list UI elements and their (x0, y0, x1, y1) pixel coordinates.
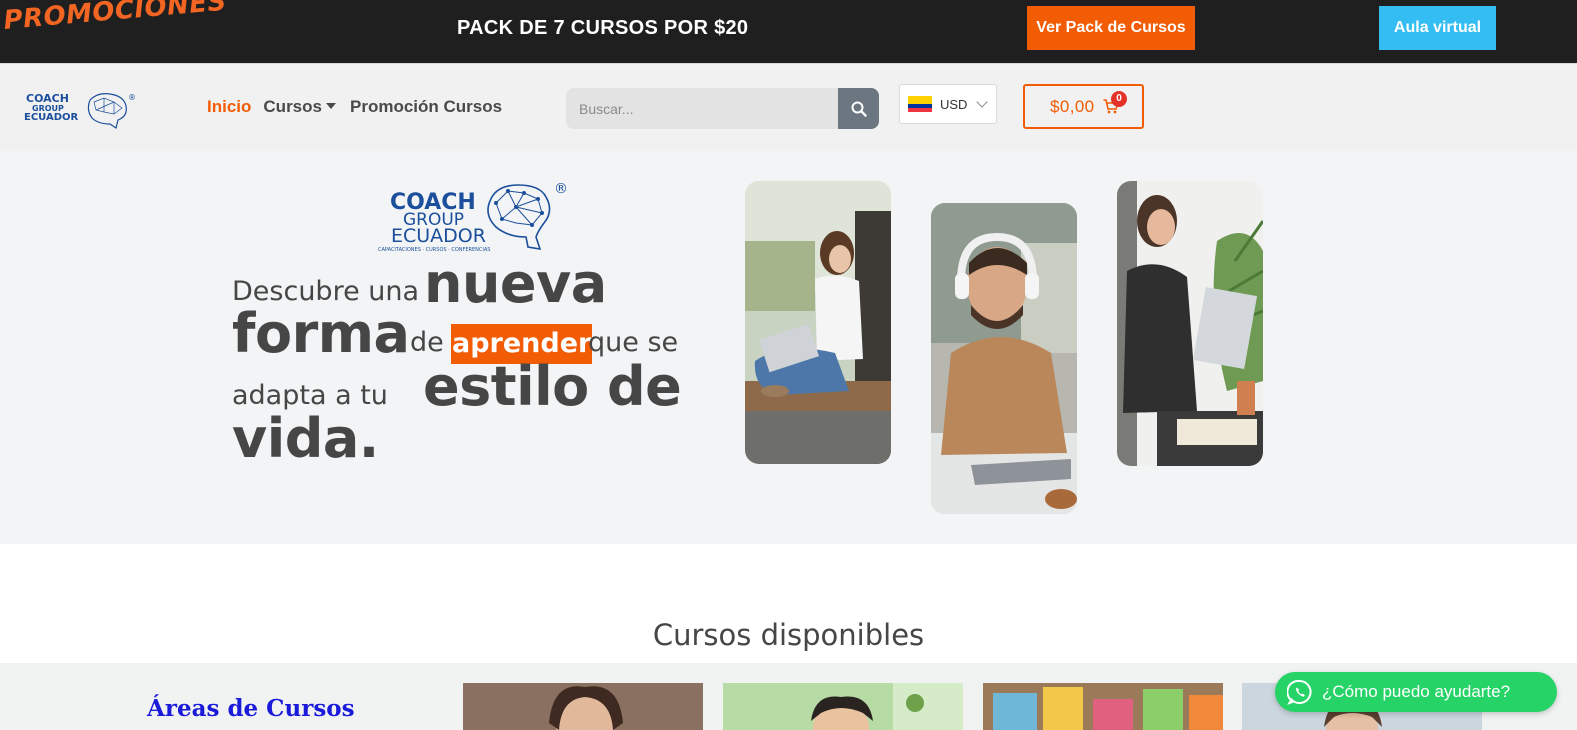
brain-logo-icon: COACH GROUP ECUADOR CAPACITACIONES · CUR… (378, 181, 568, 253)
cart-total: $0,00 (1050, 97, 1095, 116)
course-card-thumbnail[interactable] (723, 683, 963, 730)
student-laptop-photo (745, 181, 891, 464)
ecuador-flag-icon (908, 96, 932, 112)
site-logo[interactable]: COACH GROUP ECUADOR ® (18, 90, 138, 130)
whatsapp-help-button[interactable]: ¿Cómo puedo ayudarte? (1275, 672, 1557, 712)
whatsapp-icon (1287, 679, 1312, 705)
brain-logo-icon: COACH GROUP ECUADOR ® (24, 92, 136, 129)
search-button[interactable] (838, 88, 879, 129)
search-icon (851, 101, 867, 117)
chevron-down-icon[interactable] (325, 103, 336, 109)
cart-count-badge: 0 (1111, 91, 1127, 107)
logo-registered-mark: ® (554, 181, 568, 197)
hero-logo: COACH GROUP ECUADOR CAPACITACIONES · CUR… (378, 179, 573, 254)
woman-plants-photo (1117, 181, 1263, 466)
course-card-thumbnail[interactable] (463, 683, 703, 730)
course-areas-title: Áreas de Cursos (147, 695, 355, 722)
logo-line3: ECUADOR (391, 225, 486, 247)
logo-line3: ECUADOR (24, 112, 79, 123)
view-pack-button[interactable]: Ver Pack de Cursos (1027, 6, 1195, 50)
headline-que-se: que se (588, 327, 679, 358)
search-bar (566, 88, 879, 129)
headline-de: de (410, 327, 444, 358)
man-headphones-photo (931, 203, 1077, 514)
headline-forma: forma (232, 302, 410, 365)
headline-vida: vida. (232, 407, 379, 470)
currency-selector[interactable]: USD (899, 84, 997, 124)
main-nav: Inicio Cursos Promoción Cursos (207, 97, 514, 117)
hero-section: COACH GROUP ECUADOR CAPACITACIONES · CUR… (0, 151, 1577, 544)
search-input[interactable] (566, 88, 838, 129)
headline-nueva: nueva (424, 252, 607, 315)
course-card-thumbnail[interactable] (983, 683, 1223, 730)
nav-item-inicio[interactable]: Inicio (207, 97, 251, 117)
logo-registered-mark: ® (128, 93, 136, 102)
whatsapp-help-label: ¿Cómo puedo ayudarte? (1322, 682, 1511, 701)
pack-promo-text: PACK DE 7 CURSOS POR $20 (457, 17, 749, 39)
courses-section-title: Cursos disponibles (652, 618, 925, 652)
currency-code: USD (940, 96, 968, 112)
site-header: COACH GROUP ECUADOR ® Inicio Cursos Prom… (0, 63, 1577, 151)
cart-button[interactable]: $0,00 0 (1023, 84, 1144, 129)
headline-estilo: estilo de (423, 355, 682, 418)
nav-item-promocion-cursos[interactable]: Promoción Cursos (350, 97, 502, 117)
nav-item-cursos[interactable]: Cursos (263, 97, 322, 117)
virtual-classroom-button[interactable]: Aula virtual (1379, 6, 1496, 50)
promo-title: PROMOCIONES (2, 0, 228, 36)
promo-bar: PROMOCIONES PACK DE 7 CURSOS POR $20 Ver… (0, 0, 1577, 63)
chevron-down-icon (976, 96, 988, 108)
